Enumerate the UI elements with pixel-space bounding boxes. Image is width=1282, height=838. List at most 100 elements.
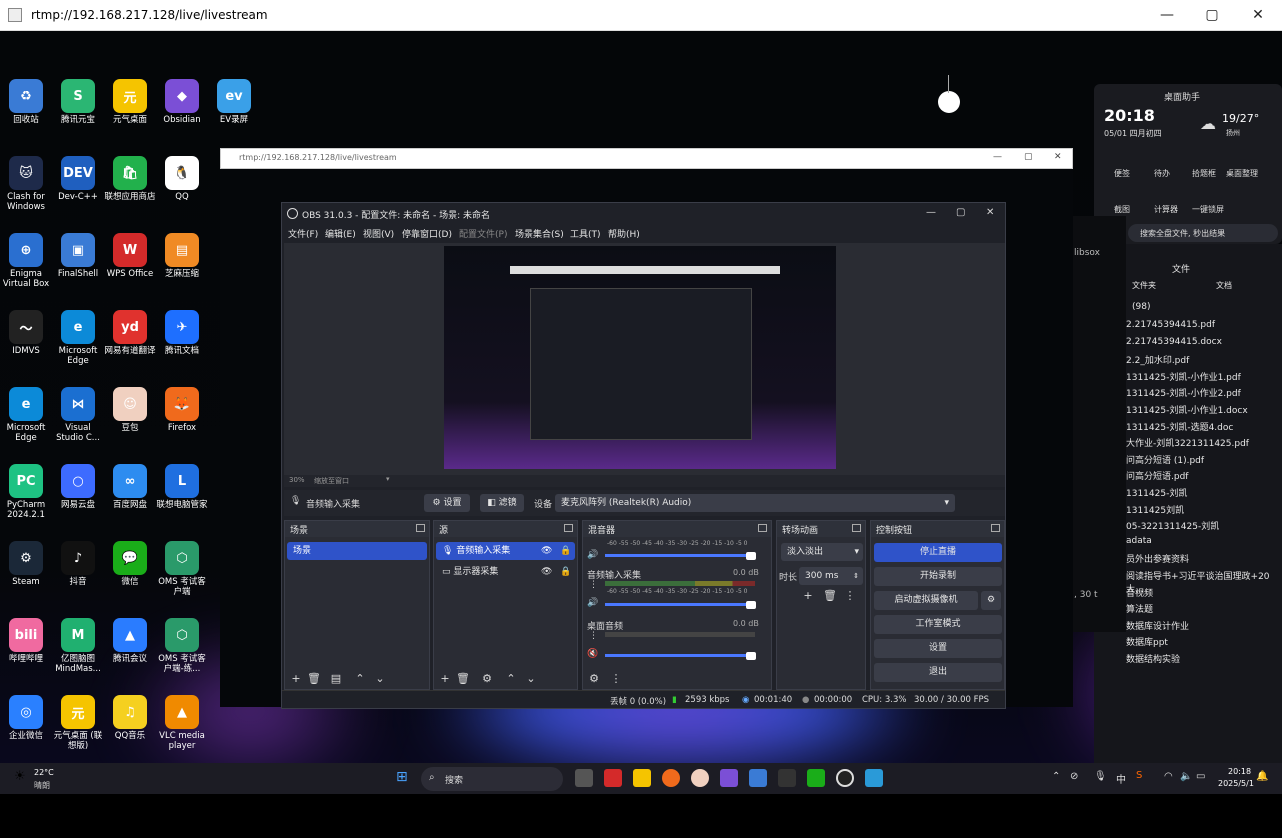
menu-profile[interactable]: 配置文件(P) [459, 227, 507, 240]
desktop-icon[interactable]: 🦊 Firefox [156, 387, 208, 433]
trash-icon[interactable]: 🗑 [307, 672, 321, 686]
desktop-icon[interactable]: L 联想电脑管家 [156, 464, 208, 510]
desktop-icon[interactable]: W WPS Office [104, 233, 156, 279]
desktop-icon[interactable]: 🛍 联想应用商店 [104, 156, 156, 202]
tab-folders[interactable]: 文件夹 [1132, 280, 1156, 291]
close-button[interactable]: ✕ [1235, 0, 1281, 31]
remote-desktop-icon[interactable] [749, 769, 767, 787]
desktop-icon[interactable]: 🐱 Clash for Windows [0, 156, 52, 212]
maximize-button[interactable]: ▢ [1189, 0, 1235, 31]
inner-close-button[interactable]: ✕ [1054, 152, 1062, 162]
gear-icon[interactable]: ⚙ [480, 672, 494, 686]
filter-icon[interactable]: ▤ [329, 672, 343, 686]
desktop-icon[interactable]: ▲ 腾讯会议 [104, 618, 156, 664]
move-up-icon[interactable]: ⌃ [353, 672, 367, 686]
stop-stream-button[interactable]: 停止直播 [874, 543, 1002, 562]
more-icon[interactable]: ⋮ [589, 631, 598, 641]
ime-indicator[interactable]: 中 [1116, 771, 1126, 786]
filters-button[interactable]: ◧ 滤镜 [480, 494, 524, 512]
menu-tools[interactable]: 工具(T) [570, 227, 601, 240]
file-item[interactable]: 2.2_加水印.pdf [1126, 353, 1189, 366]
sogou-icon[interactable]: S [1136, 770, 1142, 781]
desktop-icon[interactable]: ◆ Obsidian [156, 79, 208, 125]
desktop-icon[interactable]: ⬡ OMS 考试客户端 [156, 541, 208, 597]
volume-icon[interactable]: 🔈 [1180, 771, 1192, 782]
wechat-icon[interactable] [807, 769, 825, 787]
file-item[interactable]: 员外出参赛资料 [1126, 552, 1189, 565]
wps-icon[interactable] [604, 769, 622, 787]
move-down-icon[interactable]: ⌄ [524, 672, 538, 686]
eye-icon[interactable]: 👁 [541, 563, 552, 581]
task-view-icon[interactable] [575, 769, 593, 787]
obs-minimize-button[interactable]: — [926, 207, 936, 218]
clock-date[interactable]: 2025/5/1 [1218, 779, 1254, 788]
tool-lock[interactable]: 一键锁屏 [1192, 204, 1224, 215]
desktop-icon[interactable]: 🐧 QQ [156, 156, 208, 202]
eye-icon[interactable]: 👁 [541, 542, 552, 560]
settings-button[interactable]: 设置 [874, 639, 1002, 658]
add-icon[interactable]: + [289, 672, 303, 686]
undock-icon[interactable] [416, 524, 425, 532]
speaker-icon[interactable]: 🔊 [587, 598, 598, 608]
windows-start-icon[interactable]: ⊞ [396, 769, 408, 785]
menu-help[interactable]: 帮助(H) [608, 227, 640, 240]
desktop-icon[interactable]: ▣ FinalShell [52, 233, 104, 279]
obs-close-button[interactable]: ✕ [986, 207, 994, 218]
desktop-icon[interactable]: DEV Dev-C++ [52, 156, 104, 202]
virtual-cam-button[interactable]: 启动虚拟摄像机 [874, 591, 978, 610]
tab-docs[interactable]: 文档 [1216, 280, 1232, 291]
file-item[interactable]: 2.21745394415.docx [1126, 337, 1222, 347]
file-item[interactable]: 05-3221311425-刘凯 [1126, 519, 1219, 532]
more-icon[interactable]: ⋮ [843, 589, 857, 603]
file-item[interactable]: 1311425-刘凯-小作业2.pdf [1126, 386, 1241, 399]
source-item-audio[interactable]: 🎙 音频输入采集 👁 🔒 [436, 542, 575, 560]
lock-icon[interactable]: 🔒 [560, 563, 571, 581]
desktop-icon[interactable]: M 亿图脑图 MindMas... [52, 618, 104, 674]
spinner-icon[interactable]: ⇕ [853, 567, 859, 585]
add-icon[interactable]: + [438, 672, 452, 686]
desktop-icon[interactable]: ♻ 回收站 [0, 79, 52, 125]
desktop-icon[interactable]: 元元气桌面 [104, 79, 156, 125]
wifi-icon[interactable]: ◠ [1164, 771, 1173, 782]
volume-knob[interactable] [746, 552, 756, 560]
muted-speaker-icon[interactable]: 🔇 [587, 649, 598, 659]
desktop-icon[interactable]: e Microsoft Edge [0, 387, 52, 443]
file-item[interactable]: 1311425刘凯 [1126, 503, 1184, 516]
desktop-icon[interactable]: ☺ 豆包 [104, 387, 156, 433]
file-explorer-icon[interactable] [633, 769, 651, 787]
tool-screenshot[interactable]: 截图 [1114, 204, 1130, 215]
volume-knob[interactable] [746, 601, 756, 609]
desktop-icon[interactable]: ▤ 芝麻压缩 [156, 233, 208, 279]
preview-area[interactable] [284, 243, 1005, 475]
minimize-button[interactable]: — [1144, 0, 1190, 31]
desktop-icon[interactable]: ⬡ OMS 考试客户端-练... [156, 618, 208, 674]
tool-notes[interactable]: 便签 [1114, 168, 1130, 179]
desktop-icon[interactable]: ♪ 抖音 [52, 541, 104, 587]
notification-bell-icon[interactable]: 🔔 [1256, 771, 1268, 782]
desktop-icon[interactable]: ✈ 腾讯文档 [156, 310, 208, 356]
desktop-icon[interactable]: ♫ QQ音乐 [104, 695, 156, 741]
gear-icon[interactable]: ⚙ [587, 672, 601, 686]
desktop-icon[interactable]: yd 网易有道翻译 [104, 310, 156, 356]
file-item[interactable]: 1311425-刘凯-小作业1.pdf [1126, 370, 1241, 383]
desktop-icon[interactable]: e Microsoft Edge [52, 310, 104, 366]
more-icon[interactable]: ⋮ [609, 672, 623, 686]
obsidian-icon[interactable] [720, 769, 738, 787]
speaker-icon[interactable]: 🔊 [587, 550, 598, 560]
desktop-icon[interactable]: ○ 网易云盘 [52, 464, 104, 510]
file-item[interactable]: 数据库设计作业 [1126, 619, 1189, 632]
zoom-mode-select[interactable]: 缩放至窗口 [314, 476, 349, 486]
desktop-icon[interactable]: ⊕ Enigma Virtual Box [0, 233, 52, 289]
file-item[interactable]: 1311425-刘凯-小作业1.docx [1126, 403, 1248, 416]
microphone-icon[interactable]: 🎙 [1094, 771, 1107, 782]
lock-icon[interactable]: 🔒 [560, 542, 571, 560]
volume-slider[interactable] [605, 603, 751, 606]
trash-icon[interactable]: 🗑 [456, 672, 470, 686]
taskbar-search[interactable]: ⌕ 搜索 [421, 767, 563, 791]
undock-icon[interactable] [852, 524, 861, 532]
tab-files[interactable]: 文件 [1172, 262, 1190, 275]
desktop-icon[interactable]: ▲ VLC media player [156, 695, 208, 751]
volume-slider[interactable] [605, 554, 751, 557]
transition-select[interactable]: 淡入淡出 ▾ [781, 543, 863, 561]
desktop-icon[interactable]: ev EV录屏 [208, 79, 260, 125]
